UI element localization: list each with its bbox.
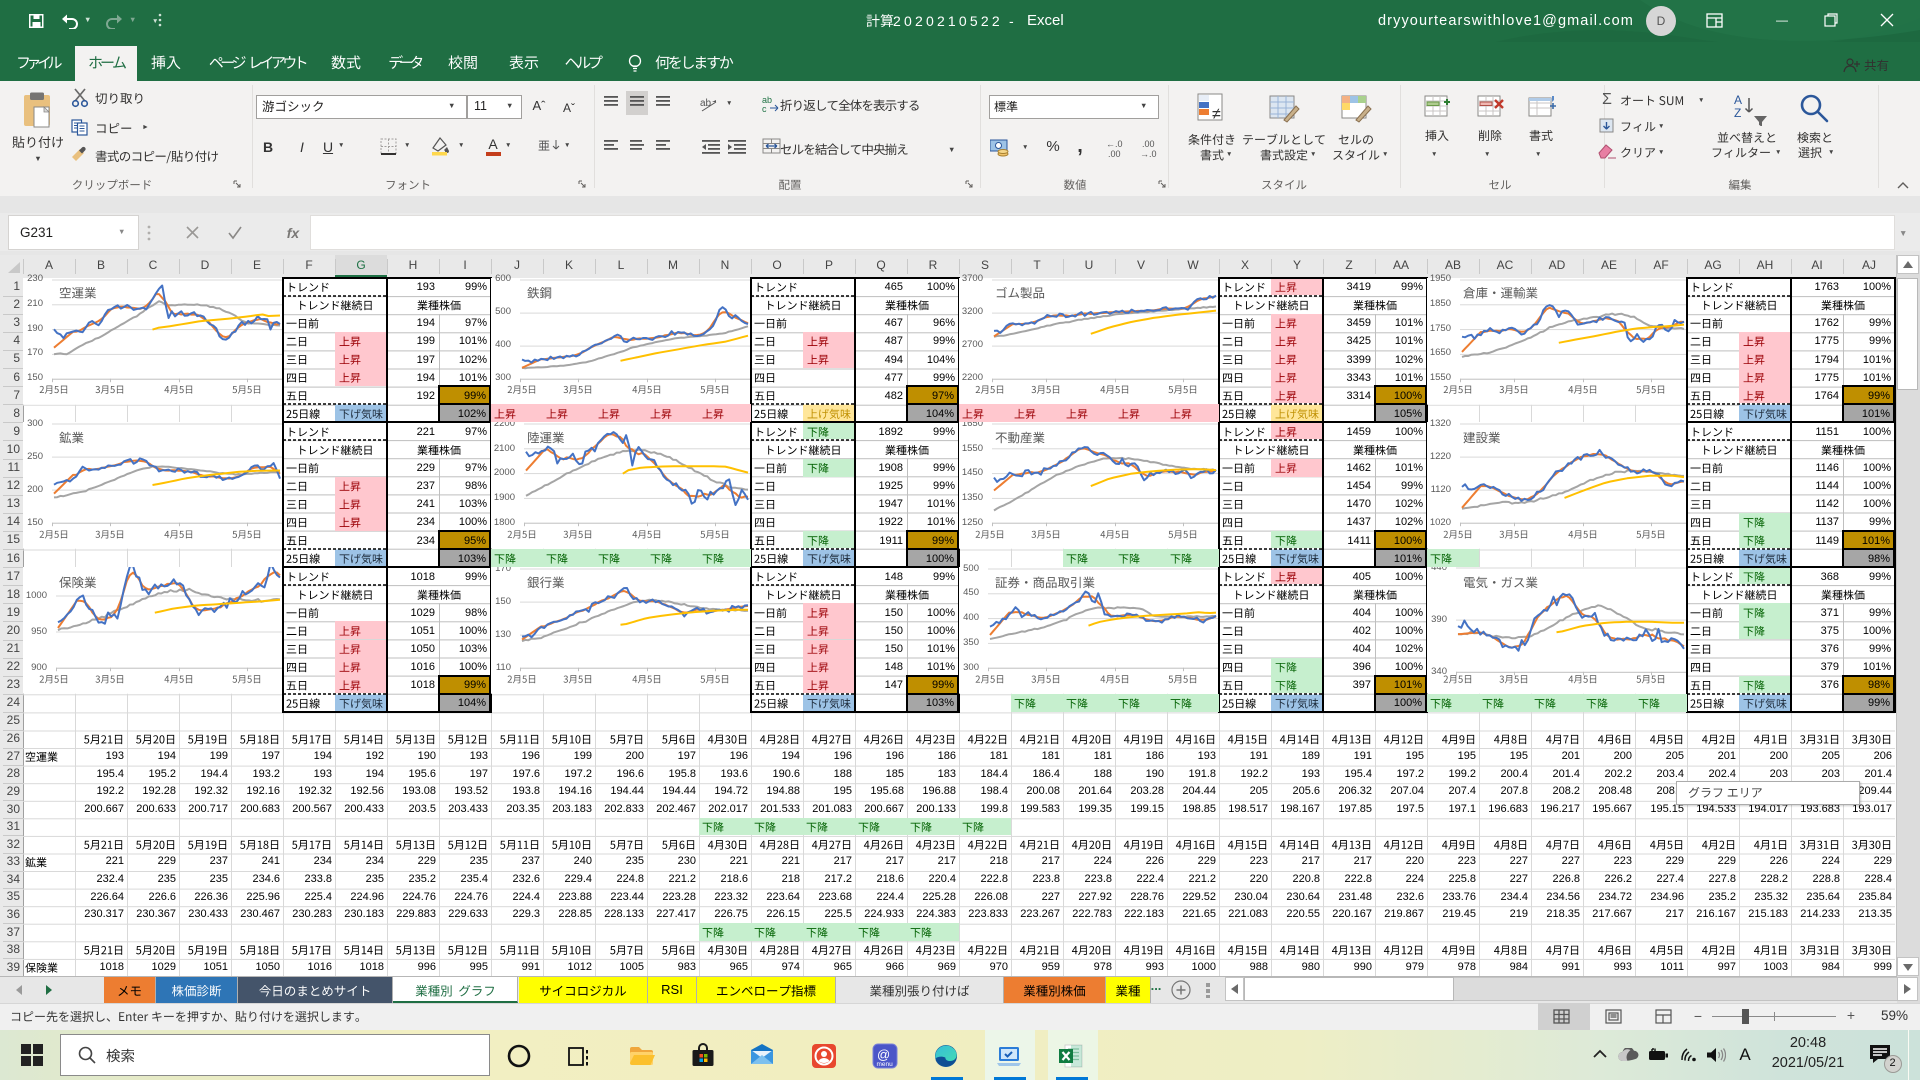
svg-text:≠: ≠ <box>1212 106 1221 123</box>
svg-text:Z: Z <box>1734 106 1741 120</box>
svg-text:ab: ab <box>700 98 712 109</box>
svg-text:menu: menu <box>877 1061 894 1068</box>
svg-text:A: A <box>1734 93 1742 107</box>
svg-text:→.0: →.0 <box>1140 149 1157 158</box>
svg-text:@: @ <box>877 1047 890 1062</box>
svg-text:.00: .00 <box>1108 149 1121 158</box>
svg-text:.00: .00 <box>1142 139 1155 149</box>
svg-text:←.0: ←.0 <box>1106 139 1123 149</box>
svg-text:c: c <box>762 104 767 114</box>
